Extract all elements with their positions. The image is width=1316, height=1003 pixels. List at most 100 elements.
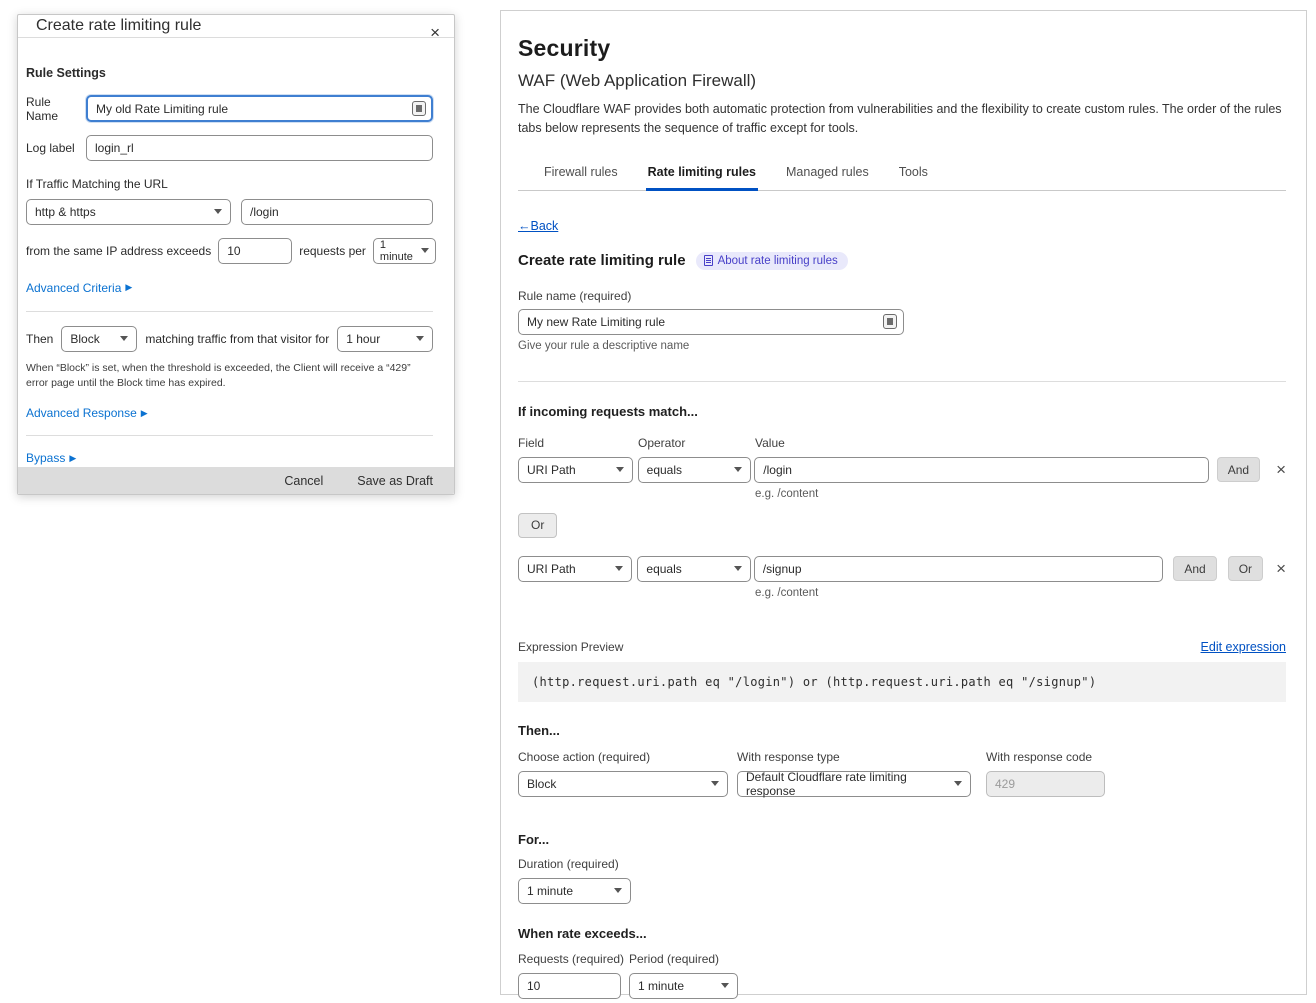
response-code-label: With response code xyxy=(986,750,1092,764)
advanced-response-link[interactable]: Advanced Response▶ xyxy=(26,406,148,420)
chevron-down-icon xyxy=(214,209,222,214)
response-code-input xyxy=(986,771,1105,797)
requests-per-label: requests per xyxy=(299,244,366,258)
bypass-link[interactable]: Bypass▶ xyxy=(26,451,76,465)
rule-name-input[interactable] xyxy=(518,309,904,335)
modal-body: Rule Settings Rule Name Log label If Tra… xyxy=(18,38,454,468)
url-input[interactable] xyxy=(241,199,433,225)
divider xyxy=(518,381,1286,382)
log-label-label: Log label xyxy=(26,141,86,155)
duration-select[interactable]: 1 minute xyxy=(518,878,631,904)
duration-label: Duration (required) xyxy=(518,857,1286,871)
requests-threshold-input[interactable] xyxy=(218,238,292,264)
chevron-down-icon xyxy=(615,566,623,571)
remove-condition-icon[interactable]: × xyxy=(1276,560,1286,577)
then-heading: Then... xyxy=(518,723,1286,738)
block-note: When “Block” is set, when the threshold … xyxy=(26,361,433,393)
field-select[interactable]: URI Path xyxy=(518,556,632,582)
requests-input[interactable] xyxy=(518,973,621,999)
page-title: Security xyxy=(518,35,1286,62)
log-label-input[interactable] xyxy=(86,135,433,161)
rule-name-input[interactable] xyxy=(86,95,433,122)
divider xyxy=(26,435,433,436)
close-icon[interactable]: × xyxy=(430,23,440,43)
period-label: Period (required) xyxy=(629,952,719,966)
for-heading: For... xyxy=(518,832,1286,847)
or-button[interactable]: Or xyxy=(1228,556,1263,581)
remove-condition-icon[interactable]: × xyxy=(1276,461,1286,478)
security-waf-panel: Security WAF (Web Application Firewall) … xyxy=(500,10,1307,995)
back-arrow-icon: ← xyxy=(518,219,531,233)
modal-footer: Cancel Save as Draft xyxy=(18,467,454,494)
expand-arrow-icon: ▶ xyxy=(125,282,132,293)
chevron-down-icon xyxy=(616,467,624,472)
about-rate-limiting-rules-badge[interactable]: About rate limiting rules xyxy=(696,252,848,270)
scheme-select[interactable]: http & https xyxy=(26,199,231,225)
form-title: Create rate limiting rule xyxy=(518,252,686,269)
expression-preview-code: (http.request.uri.path eq "/login") or (… xyxy=(518,662,1286,702)
value-helper: e.g. /content xyxy=(755,587,1286,599)
autofill-extension-icon[interactable] xyxy=(883,314,897,329)
value-column-label: Value xyxy=(755,436,785,450)
exceeds-label: from the same IP address exceeds xyxy=(26,244,211,258)
expand-arrow-icon: ▶ xyxy=(69,453,76,464)
value-input[interactable] xyxy=(754,556,1164,582)
block-duration-select[interactable]: 1 hour xyxy=(337,326,433,352)
operator-column-label: Operator xyxy=(638,436,755,450)
match-row: URI Path equals And Or × xyxy=(518,556,1286,582)
page-description: The Cloudflare WAF provides both automat… xyxy=(518,100,1286,139)
tab-firewall-rules[interactable]: Firewall rules xyxy=(542,159,620,191)
period-select[interactable]: 1 minute xyxy=(373,238,436,264)
rule-settings-heading: Rule Settings xyxy=(26,66,433,80)
cancel-button[interactable]: Cancel xyxy=(284,474,323,488)
chevron-down-icon xyxy=(734,467,742,472)
chevron-down-icon xyxy=(954,781,962,786)
expression-preview-label: Expression Preview xyxy=(518,640,623,654)
operator-select[interactable]: equals xyxy=(637,556,750,582)
action-select[interactable]: Block xyxy=(518,771,728,797)
chevron-down-icon xyxy=(416,336,424,341)
action-select[interactable]: Block xyxy=(61,326,137,352)
tab-managed-rules[interactable]: Managed rules xyxy=(784,159,871,191)
save-as-draft-button[interactable]: Save as Draft xyxy=(357,474,433,488)
choose-action-label: Choose action (required) xyxy=(518,750,737,764)
rate-heading: When rate exceeds... xyxy=(518,926,1286,941)
tab-rate-limiting-rules[interactable]: Rate limiting rules xyxy=(646,159,758,191)
rule-name-label: Rule name (required) xyxy=(518,289,1286,303)
waf-tabs: Firewall rules Rate limiting rules Manag… xyxy=(518,159,1286,191)
chevron-down-icon xyxy=(120,336,128,341)
field-select[interactable]: URI Path xyxy=(518,457,633,483)
matching-traffic-label: matching traffic from that visitor for xyxy=(145,332,329,346)
then-label: Then xyxy=(26,332,53,346)
requests-label: Requests (required) xyxy=(518,952,629,966)
back-link[interactable]: ←Back xyxy=(518,219,558,233)
response-type-label: With response type xyxy=(737,750,986,764)
document-icon xyxy=(704,255,713,266)
and-button[interactable]: And xyxy=(1173,556,1216,581)
tab-tools[interactable]: Tools xyxy=(897,159,930,191)
page-subtitle: WAF (Web Application Firewall) xyxy=(518,71,1286,91)
chevron-down-icon xyxy=(711,781,719,786)
modal-title: Create rate limiting rule xyxy=(36,17,201,35)
chevron-down-icon xyxy=(421,248,429,253)
operator-select[interactable]: equals xyxy=(638,457,752,483)
and-button[interactable]: And xyxy=(1217,457,1260,482)
traffic-matching-label: If Traffic Matching the URL xyxy=(26,177,433,191)
modal-header: Create rate limiting rule × xyxy=(18,15,454,38)
chevron-down-icon xyxy=(614,888,622,893)
autofill-extension-icon[interactable] xyxy=(412,101,426,116)
or-button[interactable]: Or xyxy=(518,513,557,538)
response-type-select[interactable]: Default Cloudflare rate limiting respons… xyxy=(737,771,971,797)
create-rate-limiting-rule-modal: Create rate limiting rule × Rule Setting… xyxy=(17,14,455,495)
screen: Create rate limiting rule × Rule Setting… xyxy=(0,0,1316,1003)
chevron-down-icon xyxy=(734,566,742,571)
rate-period-select[interactable]: 1 minute xyxy=(629,973,738,999)
match-heading: If incoming requests match... xyxy=(518,404,1286,419)
advanced-criteria-link[interactable]: Advanced Criteria▶ xyxy=(26,281,132,295)
field-column-label: Field xyxy=(518,436,638,450)
match-row: URI Path equals And × xyxy=(518,457,1286,483)
edit-expression-link[interactable]: Edit expression xyxy=(1201,640,1286,654)
rule-name-label: Rule Name xyxy=(26,95,86,123)
expand-arrow-icon: ▶ xyxy=(141,408,148,419)
value-input[interactable] xyxy=(754,457,1208,483)
